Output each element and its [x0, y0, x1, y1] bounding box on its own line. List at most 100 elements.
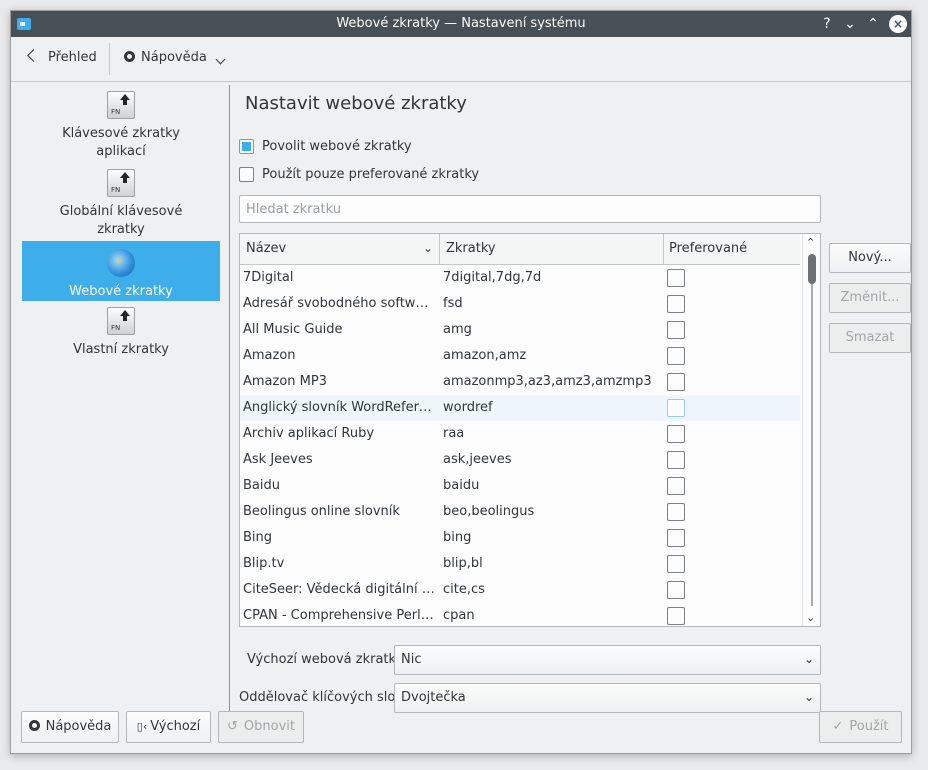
preferred-checkbox[interactable] — [667, 425, 685, 443]
table-row[interactable]: Bing bing — [240, 525, 800, 551]
table-row[interactable]: 7Digital 7digital,7dg,7d — [240, 265, 800, 291]
sidebar-item-global-shortcuts[interactable]: FN Globální klávesové zkratky — [22, 169, 220, 243]
checkbox-unchecked[interactable] — [239, 167, 254, 182]
lifebuoy-icon — [28, 720, 40, 731]
preferred-checkbox[interactable] — [667, 373, 685, 391]
footer-help-button[interactable]: Nápověda — [21, 711, 119, 743]
preferred-checkbox[interactable] — [667, 529, 685, 547]
scroll-up-icon[interactable]: ⌃ — [806, 236, 815, 249]
enable-shortcuts-label: Povolit webové zkratky — [262, 139, 412, 154]
preferred-checkbox[interactable] — [667, 581, 685, 599]
preferred-checkbox[interactable] — [667, 321, 685, 339]
enable-shortcuts-checkbox[interactable]: Povolit webové zkratky — [239, 139, 412, 159]
table-row[interactable]: Amazon MP3 amazonmp3,az3,amz3,amzmp3 — [240, 369, 800, 395]
preferred-checkbox[interactable] — [667, 451, 685, 469]
shortcut-name: Adresář svobodného softwaru F... — [243, 296, 435, 311]
help-icon[interactable]: ? — [817, 14, 837, 34]
edit-button[interactable]: Změnit... — [829, 283, 911, 313]
system-settings-window: Webové zkratky — Nastavení systému ? ⌄ ⌃… — [10, 10, 912, 754]
search-input[interactable]: Hledat zkratku — [239, 195, 821, 223]
column-header-preferred[interactable]: Preferované — [669, 241, 747, 256]
table-row[interactable]: Baidu baidu — [240, 473, 800, 499]
toolbar-separator — [109, 43, 110, 75]
chevron-left-icon — [27, 49, 40, 62]
chevron-down-icon: ⌄ — [423, 241, 434, 255]
scroll-track — [811, 284, 813, 606]
minimize-icon[interactable]: ⌄ — [840, 14, 860, 34]
checkbox-checked[interactable] — [239, 139, 254, 154]
preferred-checkbox[interactable] — [667, 269, 685, 287]
scroll-down-icon[interactable]: ⌄ — [806, 611, 815, 624]
keyword-separator-select[interactable]: Dvojtečka ⌄ — [394, 683, 821, 713]
new-button[interactable]: Nový... — [829, 243, 911, 273]
shortcut-keys: wordref — [443, 400, 493, 415]
back-button[interactable]: Přehled — [27, 49, 97, 65]
shortcut-name: All Music Guide — [243, 322, 343, 337]
scroll-thumb[interactable] — [808, 254, 816, 284]
default-shortcut-select[interactable]: Nic ⌄ — [394, 645, 821, 675]
table-row[interactable]: Beolingus online slovník beo,beolingus — [240, 499, 800, 525]
table-row[interactable]: CPAN - Comprehensive Perl Arc... cpan — [240, 603, 800, 626]
preferred-checkbox[interactable] — [667, 347, 685, 365]
shortcut-name: Ask Jeeves — [243, 452, 313, 467]
table-row[interactable]: Ask Jeeves ask,jeeves — [240, 447, 800, 473]
shortcut-name: Amazon — [243, 348, 296, 363]
table-row[interactable]: Anglický slovník WordReferenc... wordref — [240, 395, 800, 421]
table-row[interactable]: Blip.tv blip,bl — [240, 551, 800, 577]
keyword-separator-value: Dvojtečka — [401, 690, 466, 705]
shortcut-name: CiteSeer: Vědecká digitální knih... — [243, 582, 435, 597]
preferred-only-checkbox[interactable]: Použít pouze preferované zkratky — [239, 167, 479, 187]
column-header-name[interactable]: Název — [246, 241, 286, 256]
default-shortcut-label: Výchozí webová zkratka: — [247, 652, 409, 667]
preferred-checkbox[interactable] — [667, 503, 685, 521]
shortcut-name: Beolingus online slovník — [243, 504, 400, 519]
shortcut-name: Blip.tv — [243, 556, 285, 571]
fn-key-icon: FN — [107, 169, 135, 197]
sidebar-item-web-shortcuts[interactable]: Webové zkratky — [22, 241, 220, 301]
preferred-checkbox[interactable] — [667, 295, 685, 313]
preferred-checkbox[interactable] — [667, 399, 685, 417]
defaults-button[interactable]: ▯‹ Výchozí — [126, 711, 211, 743]
preferred-checkbox[interactable] — [667, 555, 685, 573]
reset-button[interactable]: ↺ Obnovit — [218, 711, 304, 743]
shortcut-name: CPAN - Comprehensive Perl Arc... — [243, 608, 435, 623]
table-row[interactable]: Archiv aplikací Ruby raa — [240, 421, 800, 447]
table-row[interactable]: CiteSeer: Vědecká digitální knih... cite,… — [240, 577, 800, 603]
shortcut-name: Bing — [243, 530, 273, 545]
reset-label: Obnovit — [243, 719, 295, 734]
back-label: Přehled — [48, 50, 97, 65]
shortcut-keys: bing — [443, 530, 472, 545]
shortcut-keys: beo,beolingus — [443, 504, 535, 519]
check-icon: ✓ — [832, 719, 844, 734]
shortcut-name: 7Digital — [243, 270, 294, 285]
apply-button[interactable]: ✓ Použít — [819, 711, 902, 743]
shortcut-keys: amg — [443, 322, 472, 337]
column-header-shortcuts[interactable]: Zkratky — [446, 241, 496, 256]
shortcut-name: Anglický slovník WordReferenc... — [243, 400, 435, 415]
shortcut-name: Archiv aplikací Ruby — [243, 426, 375, 441]
sidebar-item-label: Vlastní zkratky — [73, 342, 169, 357]
table-row[interactable]: All Music Guide amg — [240, 317, 800, 343]
table-row[interactable]: Amazon amazon,amz — [240, 343, 800, 369]
sidebar-item-app-shortcuts[interactable]: FN Klávesové zkratky aplikací — [22, 91, 220, 165]
preferred-checkbox[interactable] — [667, 477, 685, 495]
table-row[interactable]: Adresář svobodného softwaru F... fsd — [240, 291, 800, 317]
defaults-icon: ▯‹ — [136, 720, 148, 733]
close-icon[interactable]: × — [889, 15, 907, 33]
shortcut-keys: amazonmp3,az3,amz3,amzmp3 — [443, 374, 652, 389]
defaults-label: Výchozí — [150, 719, 201, 734]
footer-help-label: Nápověda — [45, 719, 112, 734]
window-title: Webové zkratky — Nastavení systému — [336, 16, 586, 31]
shortcut-keys: amazon,amz — [443, 348, 527, 363]
sidebar-item-label: Klávesové zkratky aplikací — [62, 126, 180, 159]
delete-button[interactable]: Smazat — [829, 323, 911, 353]
sidebar-item-custom-shortcuts[interactable]: FN Vlastní zkratky — [22, 307, 220, 363]
help-menu-button[interactable]: Nápověda — [124, 50, 226, 65]
maximize-icon[interactable]: ⌃ — [863, 14, 883, 34]
sidebar-item-label: Webové zkratky — [69, 284, 173, 299]
shortcut-keys: raa — [443, 426, 465, 441]
preferred-checkbox[interactable] — [667, 607, 685, 625]
chevron-down-icon: ⌄ — [803, 652, 814, 666]
shortcut-keys: baidu — [443, 478, 480, 493]
vertical-scrollbar[interactable]: ⌃ ⌄ — [802, 234, 820, 626]
